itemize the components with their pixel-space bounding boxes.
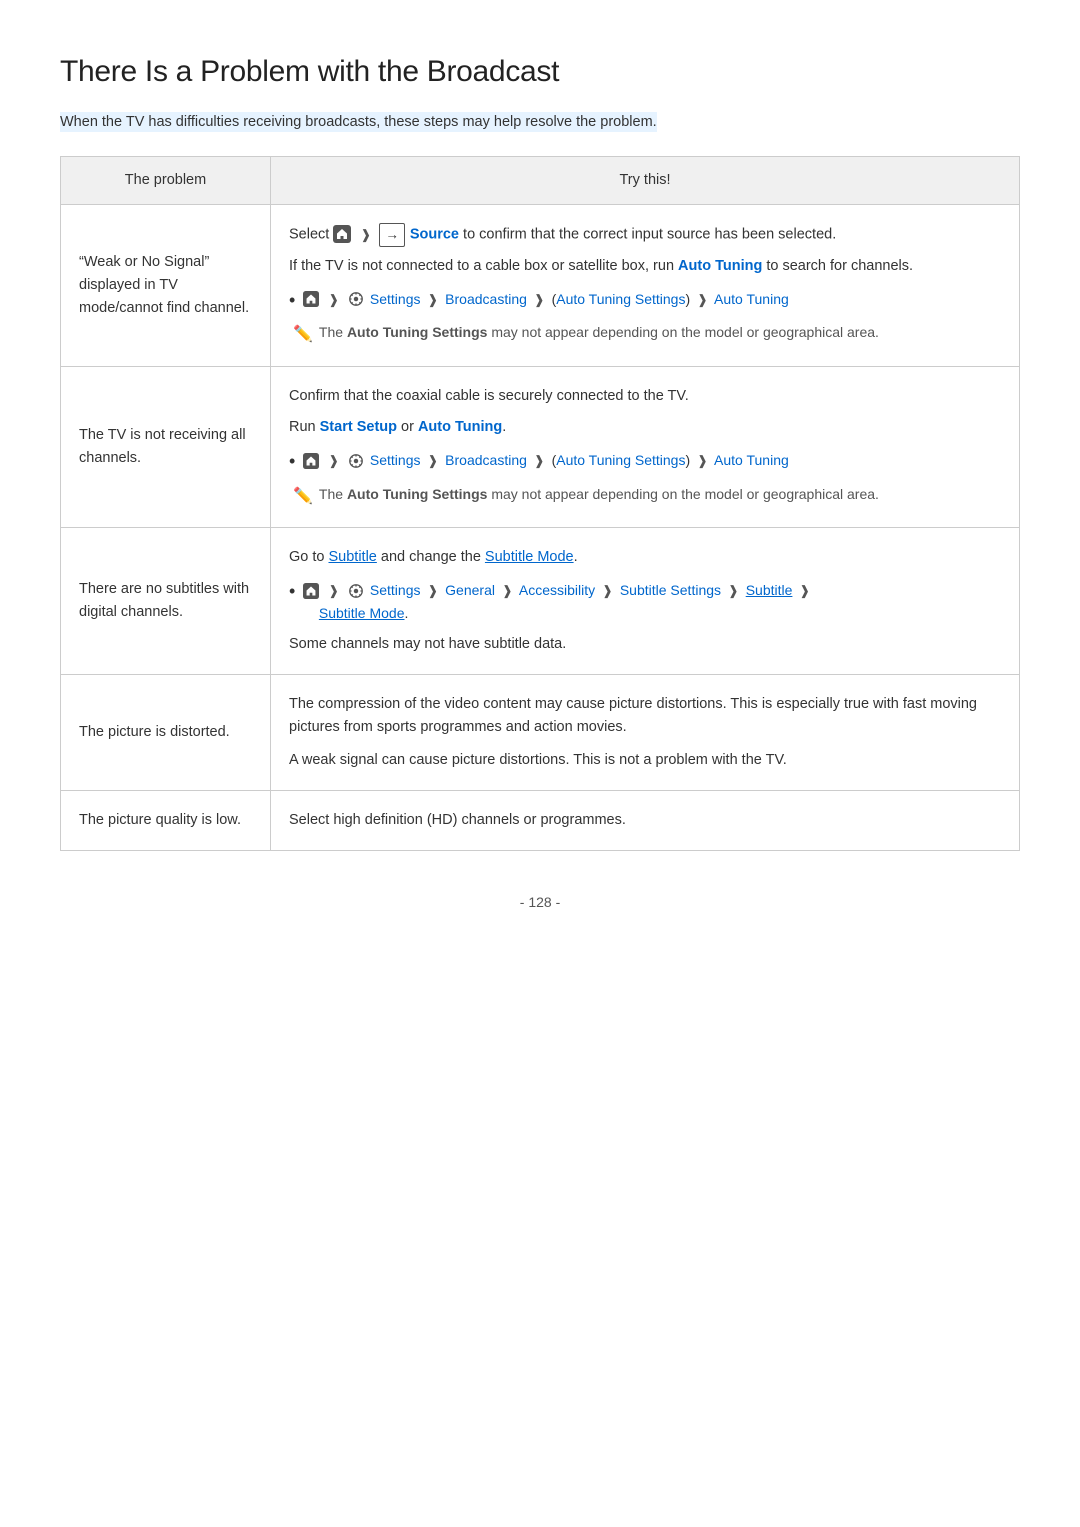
settings-icon-1: [348, 291, 364, 307]
try-text-2b: Run Start Setup or Auto Tuning.: [289, 416, 1001, 439]
broadcasting-link-2: Broadcasting: [445, 452, 527, 468]
broadcasting-link-1: Broadcasting: [445, 291, 527, 307]
nav-path-text-1: ❱ Settings ❱ Broadcasting ❱ (Auto Tuning…: [303, 288, 788, 311]
problem-cell-3: There are no subtitles with digital chan…: [61, 528, 271, 675]
main-table: The problem Try this! “Weak or No Signal…: [60, 156, 1020, 851]
settings-icon-2: [348, 453, 364, 469]
try-cell-2: Confirm that the coaxial cable is secure…: [271, 366, 1020, 527]
subtitle-mode-link: Subtitle Mode: [485, 549, 574, 565]
chevron-nav1a: ❱: [328, 292, 339, 307]
bullet-dot-2: •: [289, 449, 295, 474]
start-setup-link: Start Setup: [320, 419, 397, 435]
table-row: “Weak or No Signal” displayed in TV mode…: [61, 205, 1020, 367]
nav-path-text-2: ❱ Settings ❱ Broadcasting ❱ (Auto Tuning…: [303, 449, 788, 472]
problem-cell-1: “Weak or No Signal” displayed in TV mode…: [61, 205, 271, 367]
settings-icon-3: [348, 583, 364, 599]
chevron-nav3b: ❱: [427, 583, 438, 598]
home-icon-1a: [333, 225, 351, 243]
chevron-nav1d: ❱: [697, 292, 708, 307]
try-text-4a: The compression of the video content may…: [289, 693, 1001, 739]
table-row: The picture quality is low. Select high …: [61, 791, 1020, 851]
auto-tuning-link-2: Auto Tuning: [418, 419, 502, 435]
try-text-3b: Some channels may not have subtitle data…: [289, 633, 1001, 656]
page-footer: - 128 -: [60, 891, 1020, 913]
note-1: ✏️ The Auto Tuning Settings may not appe…: [289, 321, 1001, 348]
source-link: Source: [410, 227, 459, 243]
nav-path-2: • ❱ Settings ❱: [289, 449, 1001, 474]
nav-path-1: • ❱ Settings: [289, 288, 1001, 313]
table-row: The picture is distorted. The compressio…: [61, 674, 1020, 791]
bullet-dot-1: •: [289, 288, 295, 313]
chevron-nav1c: ❱: [534, 292, 545, 307]
nav-path-text-3: ❱ Settings ❱ General ❱ Accessibility ❱ S…: [303, 579, 813, 624]
chevron-nav2c: ❱: [534, 453, 545, 468]
page-title: There Is a Problem with the Broadcast: [60, 48, 1020, 96]
chevron-nav2b: ❱: [427, 453, 438, 468]
intro-row: When the TV has difficulties receiving b…: [60, 110, 1020, 134]
try-text-4b: A weak signal can cause picture distorti…: [289, 749, 1001, 772]
home-icon-nav2: [303, 453, 319, 469]
try-text-2a: Confirm that the coaxial cable is secure…: [289, 385, 1001, 408]
subtitle-settings-link-3: Subtitle Settings: [620, 582, 721, 598]
pencil-icon-1: ✏️: [293, 322, 313, 348]
nav-path-3: • ❱ Settings ❱: [289, 579, 1001, 624]
settings-link-2: Settings: [370, 452, 421, 468]
chevron-nav2d: ❱: [697, 453, 708, 468]
source-box-icon: →: [379, 223, 405, 247]
try-text-1b: If the TV is not connected to a cable bo…: [289, 255, 1001, 278]
note-2: ✏️ The Auto Tuning Settings may not appe…: [289, 483, 1001, 510]
try-text-1a: Select ❱ → Source to confirm that the co…: [289, 223, 1001, 247]
table-row: The TV is not receiving all channels. Co…: [61, 366, 1020, 527]
table-row: There are no subtitles with digital chan…: [61, 528, 1020, 675]
home-icon-nav3: [303, 583, 319, 599]
subtitle-link-3: Subtitle: [746, 582, 793, 598]
home-icon-nav1: [303, 291, 319, 307]
chevron-nav3e: ❱: [728, 583, 739, 598]
bullet-dot-3: •: [289, 579, 295, 604]
chevron-nav3f: ❱: [799, 583, 810, 598]
intro-text: When the TV has difficulties receiving b…: [60, 112, 657, 132]
chevron-nav2a: ❱: [328, 453, 339, 468]
auto-tuning-settings-link-2: Auto Tuning Settings: [556, 452, 685, 468]
problem-cell-5: The picture quality is low.: [61, 791, 271, 851]
subtitle-link: Subtitle: [329, 549, 377, 565]
problem-cell-2: The TV is not receiving all channels.: [61, 366, 271, 527]
auto-tuning-settings-link-1: Auto Tuning Settings: [556, 291, 685, 307]
chevron-nav1b: ❱: [427, 292, 438, 307]
problem-cell-4: The picture is distorted.: [61, 674, 271, 791]
try-text-3a: Go to Subtitle and change the Subtitle M…: [289, 546, 1001, 569]
try-cell-5: Select high definition (HD) channels or …: [271, 791, 1020, 851]
auto-tuning-link-nav1: Auto Tuning: [714, 291, 789, 307]
table-header-row: The problem Try this!: [61, 157, 1020, 205]
note-text-1: The Auto Tuning Settings may not appear …: [319, 321, 879, 343]
general-link-3: General: [445, 582, 495, 598]
try-text-5a: Select high definition (HD) channels or …: [289, 809, 1001, 832]
chevron-nav3c: ❱: [502, 583, 513, 598]
accessibility-link-3: Accessibility: [519, 582, 595, 598]
try-cell-3: Go to Subtitle and change the Subtitle M…: [271, 528, 1020, 675]
col-try-header: Try this!: [271, 157, 1020, 205]
chevron-1a: ❱: [360, 227, 371, 242]
settings-link-3: Settings: [370, 582, 421, 598]
try-cell-1: Select ❱ → Source to confirm that the co…: [271, 205, 1020, 367]
note-text-2: The Auto Tuning Settings may not appear …: [319, 483, 879, 505]
pencil-icon-2: ✏️: [293, 484, 313, 510]
settings-link-1: Settings: [370, 291, 421, 307]
chevron-nav3d: ❱: [602, 583, 613, 598]
auto-tuning-link-nav2: Auto Tuning: [714, 452, 789, 468]
subtitle-mode-link-3: Subtitle Mode: [319, 605, 405, 621]
auto-tuning-link-1: Auto Tuning: [678, 258, 762, 274]
col-problem-header: The problem: [61, 157, 271, 205]
chevron-nav3a: ❱: [328, 583, 339, 598]
try-cell-4: The compression of the video content may…: [271, 674, 1020, 791]
